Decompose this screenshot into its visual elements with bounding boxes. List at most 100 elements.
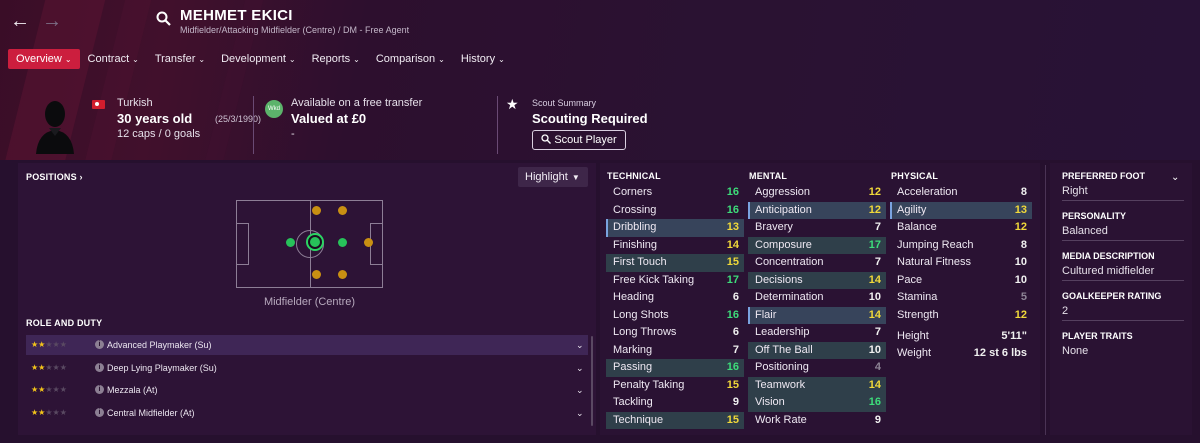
attribute-value: 13 [726,221,739,233]
role-name: Deep Lying Playmaker (Su) [107,362,217,373]
chevron-down-icon[interactable]: ⌄ [576,358,584,378]
attribute-row-balance[interactable]: Balance 12 [890,219,1032,237]
player-positions-status: Midfielder/Attacking Midfielder (Centre)… [180,25,410,35]
pitch-box-left [237,223,249,265]
attribute-row-off-the-ball[interactable]: Off The Ball 10 [748,341,886,359]
attribute-row-heading[interactable]: Heading 6 [606,289,744,307]
attribute-row-stamina[interactable]: Stamina 5 [890,289,1032,307]
tab-reports[interactable]: Reports ⌄ [304,49,368,69]
attribute-row-concentration[interactable]: Concentration 7 [748,254,886,272]
attribute-value: 10 [868,291,881,303]
attribute-value: 17 [726,273,739,286]
tab-transfer[interactable]: Transfer ⌄ [147,49,213,69]
player-details: PREFERRED FOOT Right PERSONALITY Balanced … [1062,171,1184,371]
highlight-label: Highlight [525,171,568,183]
tab-comparison[interactable]: Comparison ⌄ [368,49,453,69]
attribute-name: Free Kick Taking [613,273,695,286]
attribute-row-composure[interactable]: Composure 17 [748,236,886,254]
attribute-row-corners[interactable]: Corners 16 [606,184,744,202]
attribute-row-finishing[interactable]: Finishing 14 [606,237,744,255]
chevron-down-icon[interactable]: ⌄ [576,335,584,355]
attribute-row-free-kick-taking[interactable]: Free Kick Taking 17 [606,272,744,290]
attribute-row-bravery[interactable]: Bravery 7 [748,219,886,237]
chevron-right-icon: › [79,172,83,182]
height-value: 5'11" [1001,330,1027,342]
tab-contract[interactable]: Contract ⌄ [80,49,147,69]
attribute-row-determination[interactable]: Determination 10 [748,289,886,307]
position-dot-amc-centre [338,238,347,247]
positions-link[interactable]: POSITIONS › [26,172,83,182]
attribute-row-crossing[interactable]: Crossing 16 [606,202,744,220]
attribute-value: 6 [732,291,739,303]
role-row[interactable]: ★★★★★ i Mezzala (At) ⌄ [26,380,588,400]
attribute-row-anticipation[interactable]: Anticipation 12 [748,201,886,219]
position-dot-mr [312,270,321,279]
attribute-value: 12 [868,203,881,216]
attribute-row-technique[interactable]: Technique 15 [606,411,744,429]
forward-arrow-icon[interactable]: → [42,10,62,33]
attribute-value: 7 [874,221,881,233]
role-row[interactable]: ★★★★★ i Advanced Playmaker (Su) ⌄ [26,335,588,355]
info-icon[interactable]: i [95,340,104,349]
attribute-name: Off The Ball [755,343,813,356]
attribute-row-tackling[interactable]: Tackling 9 [606,394,744,412]
role-row[interactable]: ★★★★★ i Deep Lying Playmaker (Su) ⌄ [26,358,588,378]
attribute-row-leadership[interactable]: Leadership 7 [748,324,886,342]
roles-scrollbar[interactable] [591,336,593,426]
attribute-value: 14 [868,378,881,391]
tab-history[interactable]: History ⌄ [453,49,513,69]
attribute-row-flair[interactable]: Flair 14 [748,306,886,324]
search-icon[interactable] [156,11,171,26]
attribute-row-agility[interactable]: Agility 13 [890,201,1032,219]
chevron-down-icon[interactable]: ⌄ [1171,172,1179,183]
attribute-row-jumping-reach[interactable]: Jumping Reach 8 [890,237,1032,255]
attribute-row-penalty-taking[interactable]: Penalty Taking 15 [606,377,744,395]
player-name: MEHMET EKICI [180,7,293,24]
tab-overview[interactable]: Overview ⌄ [8,49,80,69]
personality: Balanced [1062,225,1184,241]
technical-heading: TECHNICAL [607,171,661,181]
attribute-row-aggression[interactable]: Aggression 12 [748,184,886,202]
attribute-row-work-rate[interactable]: Work Rate 9 [748,412,886,430]
attribute-name: Balance [897,221,937,233]
info-icon[interactable]: i [95,385,104,394]
attribute-name: Acceleration [897,186,958,198]
scout-player-button[interactable]: Scout Player [532,130,626,150]
attribute-name: Anticipation [755,203,812,216]
date-of-birth: (25/3/1990) [215,114,262,124]
turkey-flag-icon [92,100,105,109]
attribute-row-acceleration[interactable]: Acceleration 8 [890,184,1032,202]
attribute-row-first-touch[interactable]: First Touch 15 [606,254,744,272]
attribute-row-teamwork[interactable]: Teamwork 14 [748,376,886,394]
back-arrow-icon[interactable]: ← [10,10,30,33]
attribute-value: 7 [874,326,881,338]
highlight-dropdown[interactable]: Highlight ▼ [518,167,588,187]
weight-label: Weight [897,347,932,359]
role-row[interactable]: ★★★★★ i Central Midfielder (At) ⌄ [26,403,588,423]
attribute-value: 4 [874,361,881,373]
chevron-down-icon[interactable]: ⌄ [576,380,584,400]
info-icon[interactable]: i [95,407,104,417]
attribute-row-decisions[interactable]: Decisions 14 [748,271,886,289]
scout-summary-title: Scout Summary [532,98,597,108]
attribute-row-long-throws[interactable]: Long Throws 6 [606,324,744,342]
attribute-row-marking[interactable]: Marking 7 [606,342,744,360]
attribute-name: Tackling [613,396,653,408]
attribute-row-long-shots[interactable]: Long Shots 16 [606,307,744,325]
star-icon: ★ [506,96,519,112]
attribute-name: Positioning [755,361,809,373]
attribute-row-strength[interactable]: Strength 12 [890,307,1032,325]
position-dot-mc [308,235,322,249]
tab-development[interactable]: Development ⌄ [213,49,304,69]
attribute-row-passing[interactable]: Passing 16 [606,359,744,377]
position-label: Midfielder (Centre) [263,296,356,308]
attribute-row-positioning[interactable]: Positioning 4 [748,359,886,377]
attribute-row-vision[interactable]: Vision 16 [748,394,886,412]
attribute-name: Long Shots [613,308,669,321]
chevron-down-icon[interactable]: ⌄ [576,403,584,423]
info-icon[interactable]: i [95,362,104,372]
attribute-value: 7 [732,343,739,356]
attribute-row-pace[interactable]: Pace 10 [890,272,1032,290]
attribute-row-natural-fitness[interactable]: Natural Fitness 10 [890,254,1032,272]
attribute-row-dribbling[interactable]: Dribbling 13 [606,219,744,237]
